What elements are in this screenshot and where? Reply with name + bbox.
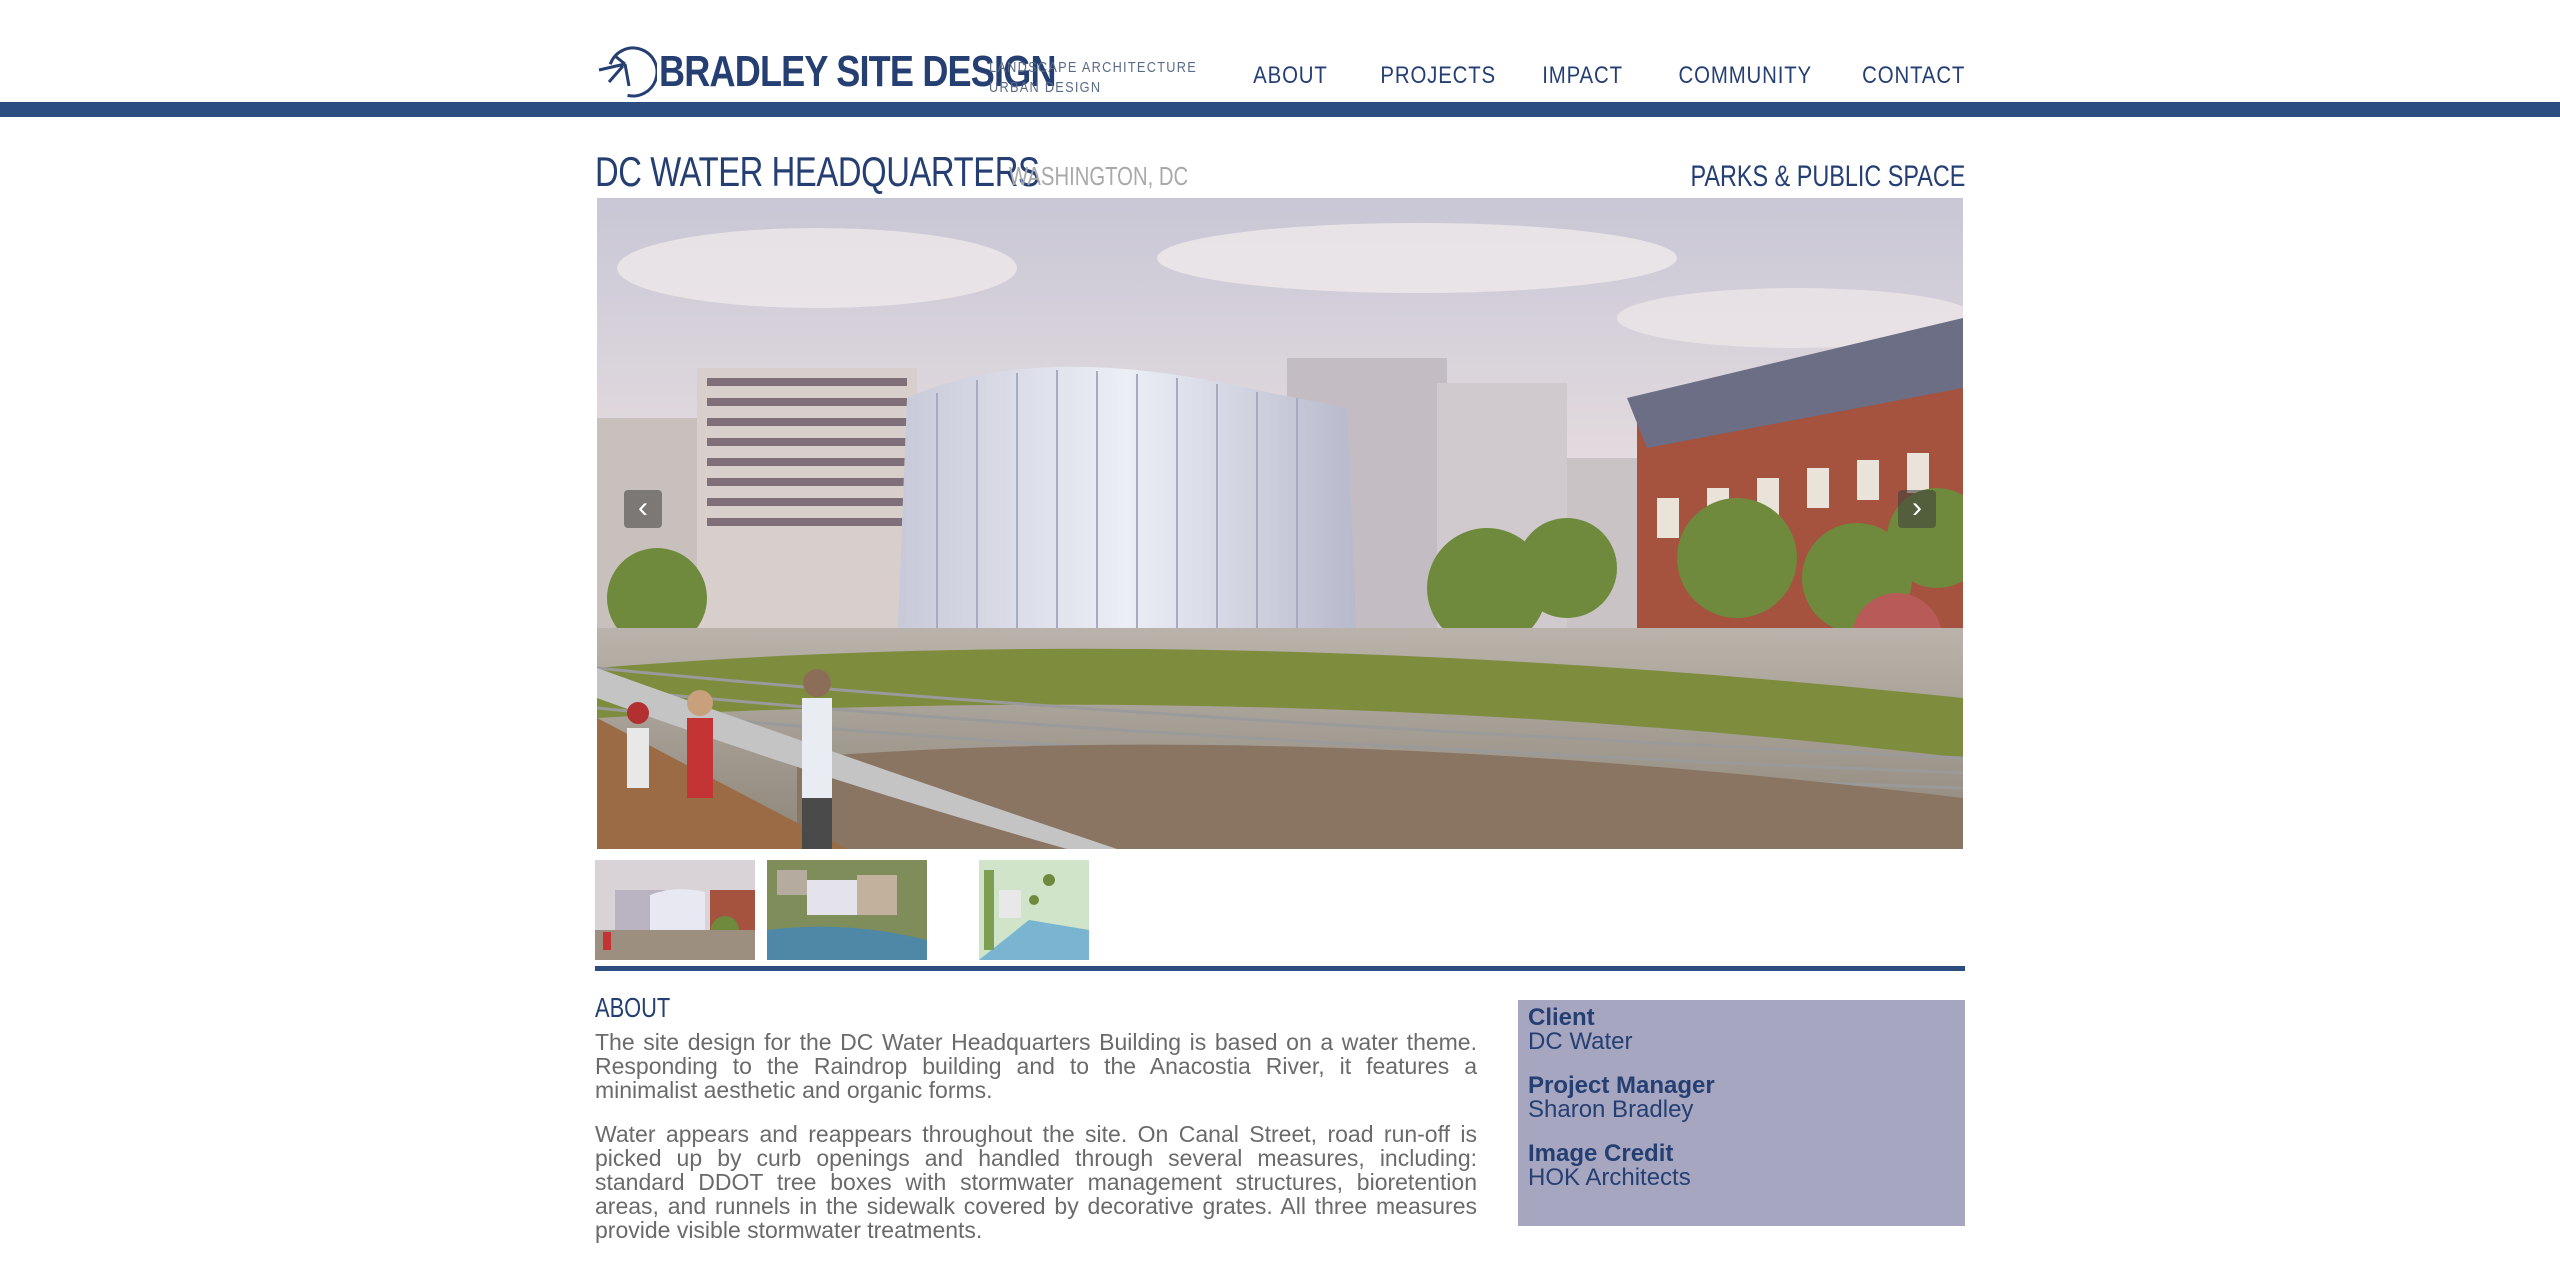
about-paragraph-1: The site design for the DC Water Headqua… — [595, 1029, 1477, 1103]
about-paragraph-2: Water appears and reappears throughout t… — [595, 1121, 1477, 1243]
chevron-left-icon: ‹ — [638, 491, 648, 524]
chevron-right-icon: › — [1912, 491, 1922, 524]
about-description: The site design for the DC Water Headqua… — [595, 1030, 1477, 1262]
project-location: WASHINGTON, DC — [1009, 161, 1189, 191]
thumbnail-strip — [595, 860, 1101, 960]
about-heading: ABOUT — [595, 992, 671, 1023]
client-label: Client — [1528, 1004, 1595, 1031]
tagline-line-2: URBAN DESIGN — [989, 79, 1102, 96]
project-rendering-image — [597, 198, 1963, 849]
project-title: DC WATER HEADQUARTERS — [595, 148, 1040, 195]
project-slideshow[interactable]: ‹ › — [597, 198, 1963, 849]
project-category-link[interactable]: PARKS & PUBLIC SPACE — [1690, 160, 1965, 194]
thumbnail-2[interactable] — [767, 860, 927, 960]
project-manager-label: Project Manager — [1528, 1072, 1715, 1099]
client-value: DC Water — [1528, 1028, 1633, 1055]
site-logo[interactable]: BRADLEY SITE DESIGN LANDSCAPE ARCHITECTU… — [595, 32, 1234, 102]
brand-name: BRADLEY SITE DESIGN — [659, 47, 1057, 96]
image-credit-label: Image Credit — [1528, 1140, 1674, 1167]
nav-community[interactable]: COMMUNITY — [1678, 62, 1811, 90]
main-nav: ABOUT PROJECTS IMPACT COMMUNITY CONTACT — [1208, 62, 1965, 90]
tagline-line-1: LANDSCAPE ARCHITECTURE — [989, 59, 1198, 76]
nav-projects[interactable]: PROJECTS — [1380, 62, 1496, 90]
thumbnail-3[interactable] — [939, 860, 1089, 960]
logo-mark-icon — [598, 46, 657, 98]
project-info-box: Client DC Water Project Manager Sharon B… — [1518, 1000, 1965, 1226]
nav-about[interactable]: ABOUT — [1253, 62, 1328, 90]
header-bar — [0, 102, 2560, 117]
nav-contact[interactable]: CONTACT — [1862, 62, 1965, 90]
section-divider — [595, 966, 1965, 971]
thumbnail-1[interactable] — [595, 860, 755, 960]
project-title-row: DC WATER HEADQUARTERS WASHINGTON, DC PAR… — [595, 148, 1965, 196]
project-manager-value: Sharon Bradley — [1528, 1096, 1694, 1123]
image-credit-value: HOK Architects — [1528, 1164, 1691, 1191]
slideshow-prev-button[interactable]: ‹ — [624, 490, 662, 528]
brand-tagline: LANDSCAPE ARCHITECTURE URBAN DESIGN — [989, 58, 1197, 102]
slideshow-next-button[interactable]: › — [1898, 490, 1936, 528]
nav-impact[interactable]: IMPACT — [1542, 62, 1623, 90]
